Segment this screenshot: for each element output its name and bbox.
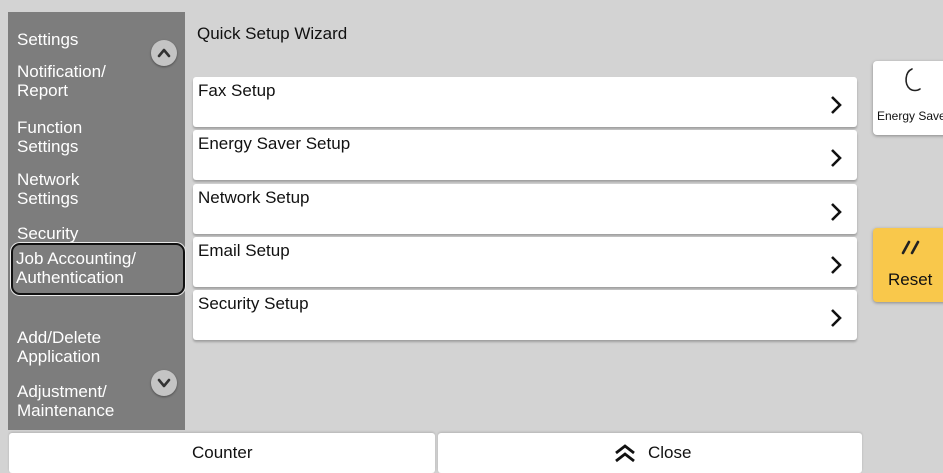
sidebar-item-network-settings[interactable]: Network Settings [8, 170, 185, 210]
reset-slash-icon [901, 240, 920, 255]
menu-item-security-setup[interactable]: Security Setup [193, 290, 857, 340]
page-title: Quick Setup Wizard [197, 24, 348, 43]
counter-button[interactable]: Counter [9, 433, 435, 473]
sidebar-scroll-up-button[interactable] [151, 40, 177, 66]
menu-item-fax-setup[interactable]: Fax Setup [193, 77, 857, 127]
sidebar-item-job-accounting[interactable]: Job Accounting/ Authentication [11, 243, 185, 295]
menu-item-label: Network Setup [198, 188, 310, 207]
reset-label: Reset [888, 270, 933, 289]
sidebar-item-label: Settings [17, 30, 79, 49]
double-chevron-up-icon [615, 444, 635, 463]
close-button[interactable]: Close [438, 433, 862, 473]
sidebar-scroll-down-button[interactable] [151, 370, 177, 396]
chevron-down-icon [157, 378, 171, 388]
sidebar-item-label: Function Settings [17, 118, 83, 156]
reset-button[interactable]: Reset [873, 228, 943, 302]
chevron-right-icon [831, 309, 842, 327]
menu-item-label: Security Setup [198, 294, 309, 313]
sidebar-item-label: Notification/ Report [17, 62, 106, 100]
sidebar-item-label: Add/Delete Application [17, 328, 102, 366]
sidebar-item-label: Adjustment/ Maintenance [17, 382, 115, 420]
sidebar-item-label: Job Accounting/ Authentication [16, 249, 137, 287]
counter-label: Counter [192, 443, 253, 462]
menu-item-energy-saver-setup[interactable]: Energy Saver Setup [193, 130, 857, 180]
moon-icon [905, 68, 921, 92]
chevron-up-icon [157, 48, 171, 58]
sidebar-item-add-delete-application[interactable]: Add/Delete Application [8, 328, 185, 368]
sidebar-item-notification-report[interactable]: Notification/ Report [8, 62, 185, 102]
menu-item-network-setup[interactable]: Network Setup [193, 184, 857, 234]
menu-item-email-setup[interactable]: Email Setup [193, 237, 857, 287]
chevron-right-icon [831, 149, 842, 167]
energy-saver-button[interactable]: Energy Saver [873, 61, 943, 135]
chevron-right-icon [831, 96, 842, 114]
sidebar: Settings Notification/ Report Function S… [8, 12, 185, 430]
chevron-right-icon [831, 256, 842, 274]
menu-item-label: Energy Saver Setup [198, 134, 351, 153]
chevron-right-icon [831, 203, 842, 221]
energy-saver-label: Energy Saver [877, 109, 943, 123]
menu-item-label: Email Setup [198, 241, 290, 260]
sidebar-item-label: Network Settings [17, 170, 80, 208]
menu-item-label: Fax Setup [198, 81, 276, 100]
close-label: Close [648, 443, 692, 462]
sidebar-item-function-settings[interactable]: Function Settings [8, 118, 185, 158]
